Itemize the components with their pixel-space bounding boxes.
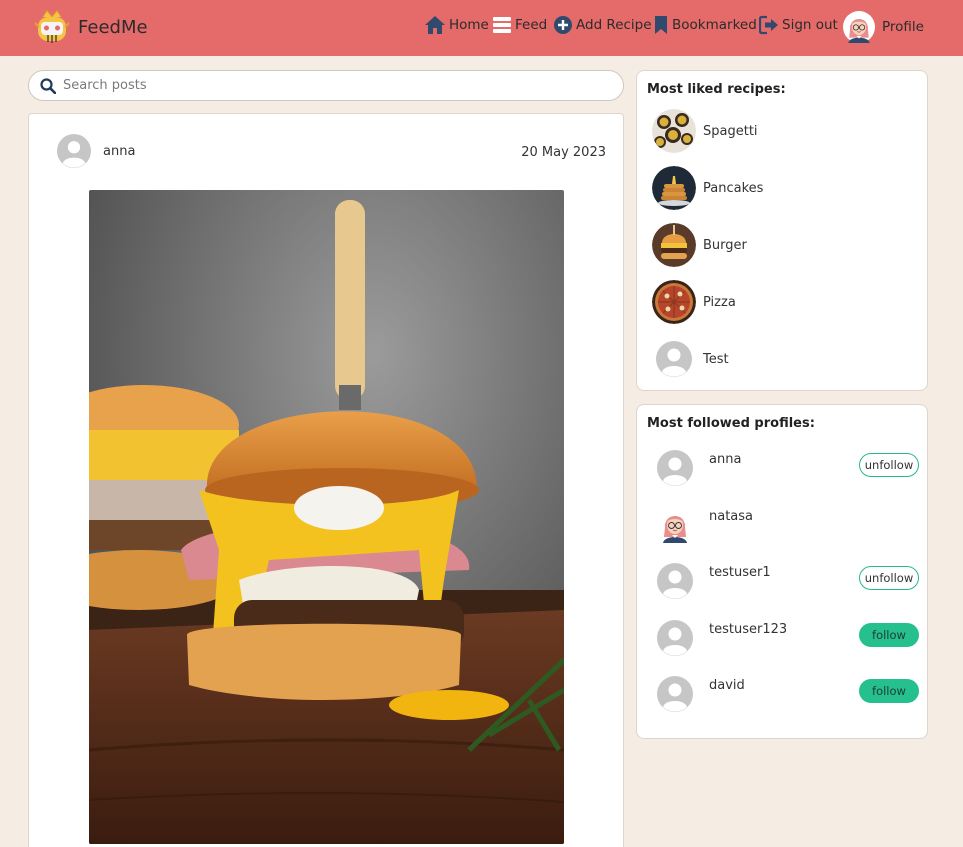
recipe-item[interactable]: Pancakes	[652, 166, 763, 210]
nav-home-label: Home	[449, 17, 489, 33]
search-bar	[28, 70, 624, 101]
nav-sign-out-label: Sign out	[782, 17, 838, 33]
burger-photo	[89, 190, 564, 844]
profile-username[interactable]: anna	[709, 452, 741, 467]
burger-thumbnail	[652, 223, 696, 267]
profile-row: anna unfollow	[657, 450, 919, 486]
post-image[interactable]	[89, 190, 564, 844]
search-icon	[40, 77, 56, 94]
profile-row: testuser123 follow	[657, 620, 919, 656]
bookmark-icon	[655, 16, 667, 34]
profile-username[interactable]: testuser123	[709, 622, 787, 637]
unfollow-button[interactable]: unfollow	[859, 453, 919, 477]
nav-profile-label: Profile	[882, 19, 924, 35]
nav-bookmarked-label: Bookmarked	[672, 17, 757, 33]
user-avatar[interactable]	[657, 450, 693, 486]
most-followed-card: Most followed profiles: anna unfollow na…	[636, 404, 928, 739]
user-avatar[interactable]	[657, 507, 693, 543]
follow-button[interactable]: follow	[859, 623, 919, 647]
home-icon	[425, 16, 445, 34]
nav-add-recipe-label: Add Recipe	[576, 17, 652, 33]
recipe-item[interactable]: Spagetti	[652, 109, 758, 153]
profile-avatar	[843, 11, 875, 43]
recipe-item-label: Pizza	[703, 294, 736, 310]
add-circle-icon	[554, 16, 572, 34]
nav-profile[interactable]: Profile	[843, 11, 924, 43]
user-avatar[interactable]	[657, 563, 693, 599]
sign-out-icon	[759, 15, 778, 35]
post-card: anna 20 May 2023	[28, 113, 624, 847]
nav-sign-out[interactable]: Sign out	[759, 13, 838, 37]
most-followed-title: Most followed profiles:	[647, 416, 815, 431]
recipe-item-label: Test	[703, 351, 729, 367]
recipe-item-label: Spagetti	[703, 123, 758, 139]
user-avatar[interactable]	[657, 620, 693, 656]
navbar: FeedMe Home Feed Add Recipe Bookmarked S…	[0, 0, 963, 56]
recipe-item[interactable]: Burger	[652, 223, 747, 267]
search-input[interactable]	[63, 78, 583, 93]
profile-row: natasa	[657, 507, 919, 543]
nav-home[interactable]: Home	[424, 13, 489, 37]
post-date: 20 May 2023	[521, 145, 606, 160]
nav-feed[interactable]: Feed	[492, 13, 547, 37]
pizza-thumbnail	[652, 280, 696, 324]
post-author[interactable]: anna	[57, 134, 135, 168]
brand-name: FeedMe	[78, 16, 148, 38]
nav-bookmarked[interactable]: Bookmarked	[653, 13, 757, 37]
profile-row: testuser1 unfollow	[657, 563, 919, 599]
default-avatar-icon	[652, 337, 696, 381]
recipe-item-label: Pancakes	[703, 180, 764, 196]
profile-row: david follow	[657, 676, 919, 712]
nav-add-recipe[interactable]: Add Recipe	[553, 13, 652, 37]
user-avatar[interactable]	[657, 676, 693, 712]
profile-username[interactable]: testuser1	[709, 565, 771, 580]
author-avatar	[57, 134, 91, 168]
unfollow-button[interactable]: unfollow	[859, 566, 919, 590]
post-author-name: anna	[103, 144, 136, 159]
profile-username[interactable]: natasa	[709, 509, 753, 524]
feedme-logo-icon	[34, 10, 70, 43]
profile-username[interactable]: david	[709, 678, 745, 693]
feed-icon	[493, 17, 511, 33]
recipe-item[interactable]: Pizza	[652, 280, 736, 324]
pancakes-thumbnail	[652, 166, 696, 210]
nav-feed-label: Feed	[515, 17, 548, 33]
follow-button[interactable]: follow	[859, 679, 919, 703]
recipe-item[interactable]: Test	[652, 337, 729, 381]
most-liked-title: Most liked recipes:	[647, 82, 786, 97]
recipe-item-label: Burger	[703, 237, 747, 253]
most-liked-card: Most liked recipes: Spagetti Pancakes Bu…	[636, 70, 928, 391]
brand[interactable]: FeedMe	[34, 9, 148, 45]
spaghetti-thumbnail	[652, 109, 696, 153]
